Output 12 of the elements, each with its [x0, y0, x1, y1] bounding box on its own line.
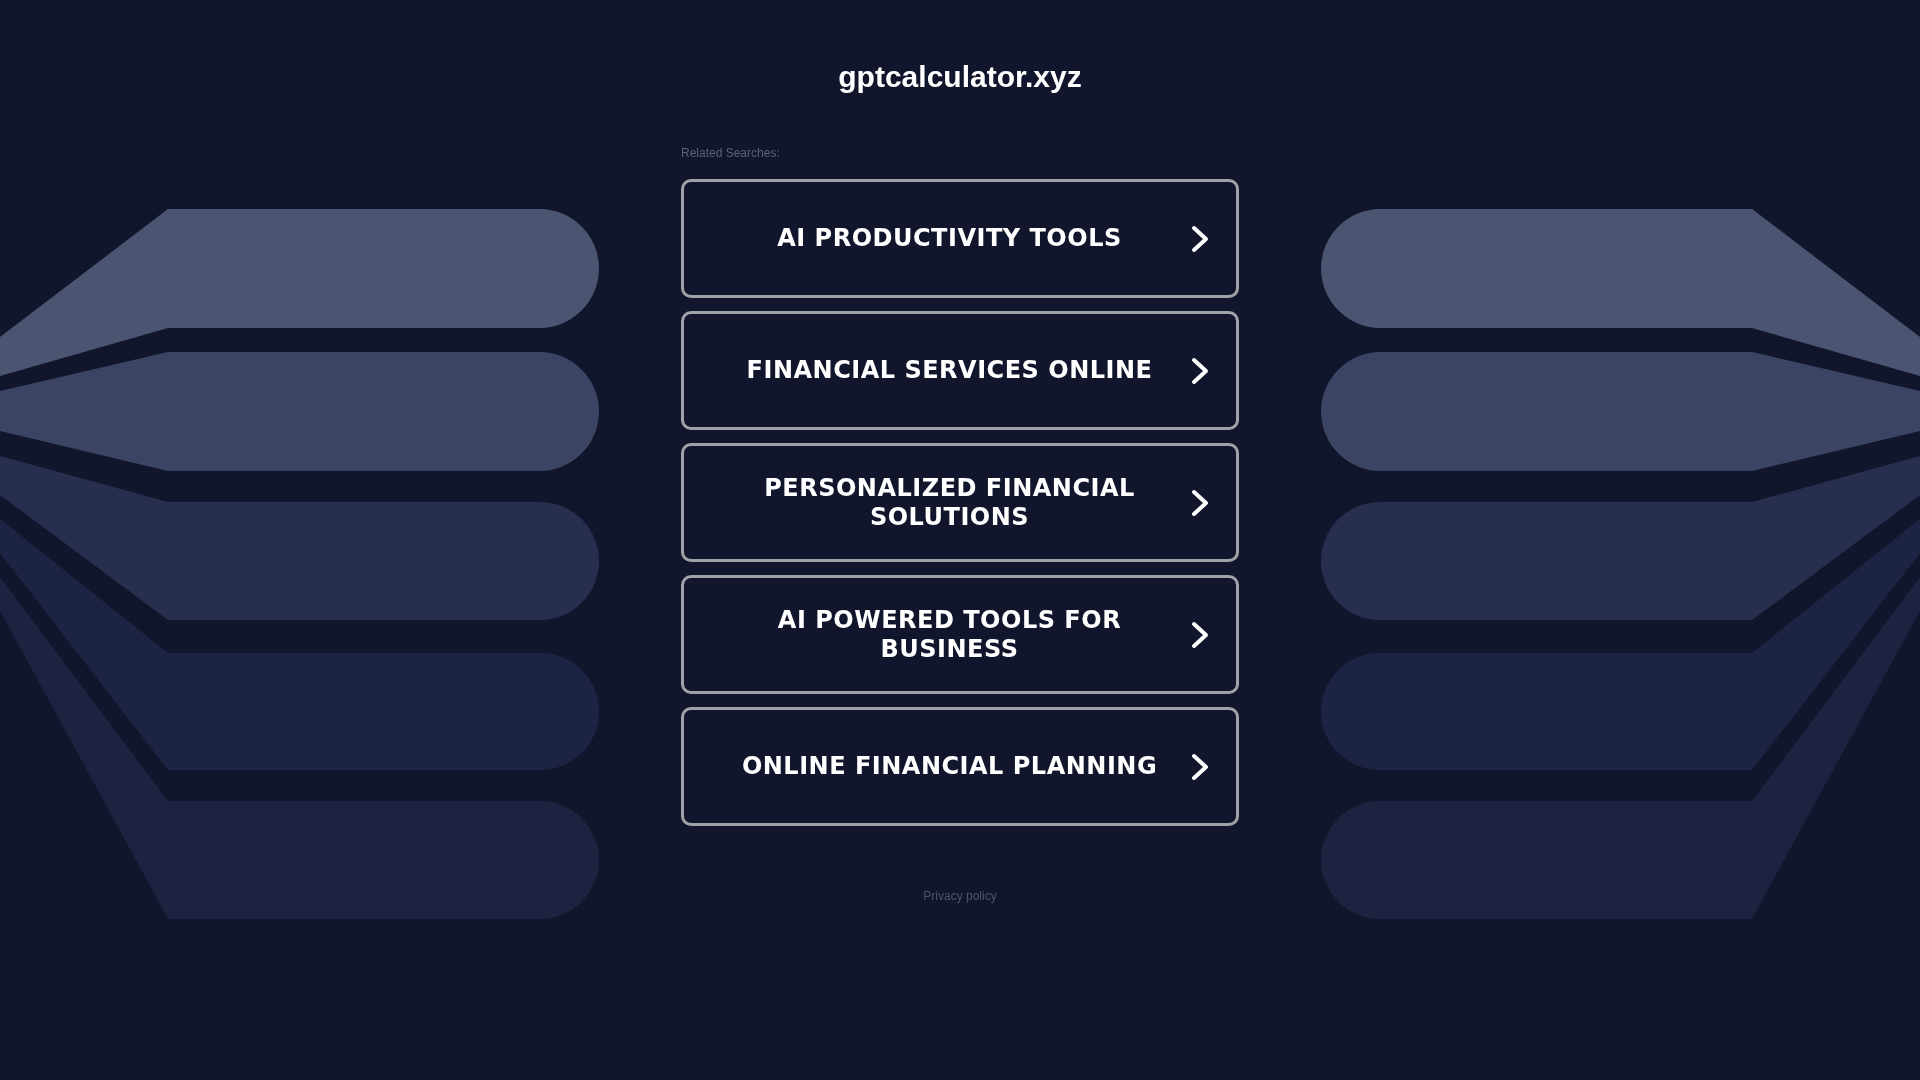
related-search-button[interactable]: PERSONALIZED FINANCIAL SOLUTIONS	[681, 443, 1239, 562]
related-search-button[interactable]: AI PRODUCTIVITY TOOLS	[681, 179, 1239, 298]
chevron-right-icon	[1191, 356, 1209, 385]
chevron-right-icon	[1191, 488, 1209, 517]
chevron-right-icon	[1191, 224, 1209, 253]
related-search-button[interactable]: FINANCIAL SERVICES ONLINE	[681, 311, 1239, 430]
related-search-button[interactable]: AI POWERED TOOLS FOR BUSINESS	[681, 575, 1239, 694]
chevron-right-icon	[1191, 620, 1209, 649]
related-search-button[interactable]: ONLINE FINANCIAL PLANNING	[681, 707, 1239, 826]
site-title: gptcalculator.xyz	[838, 59, 1082, 95]
related-searches-heading: Related Searches:	[681, 145, 780, 161]
chevron-right-icon	[1191, 752, 1209, 781]
